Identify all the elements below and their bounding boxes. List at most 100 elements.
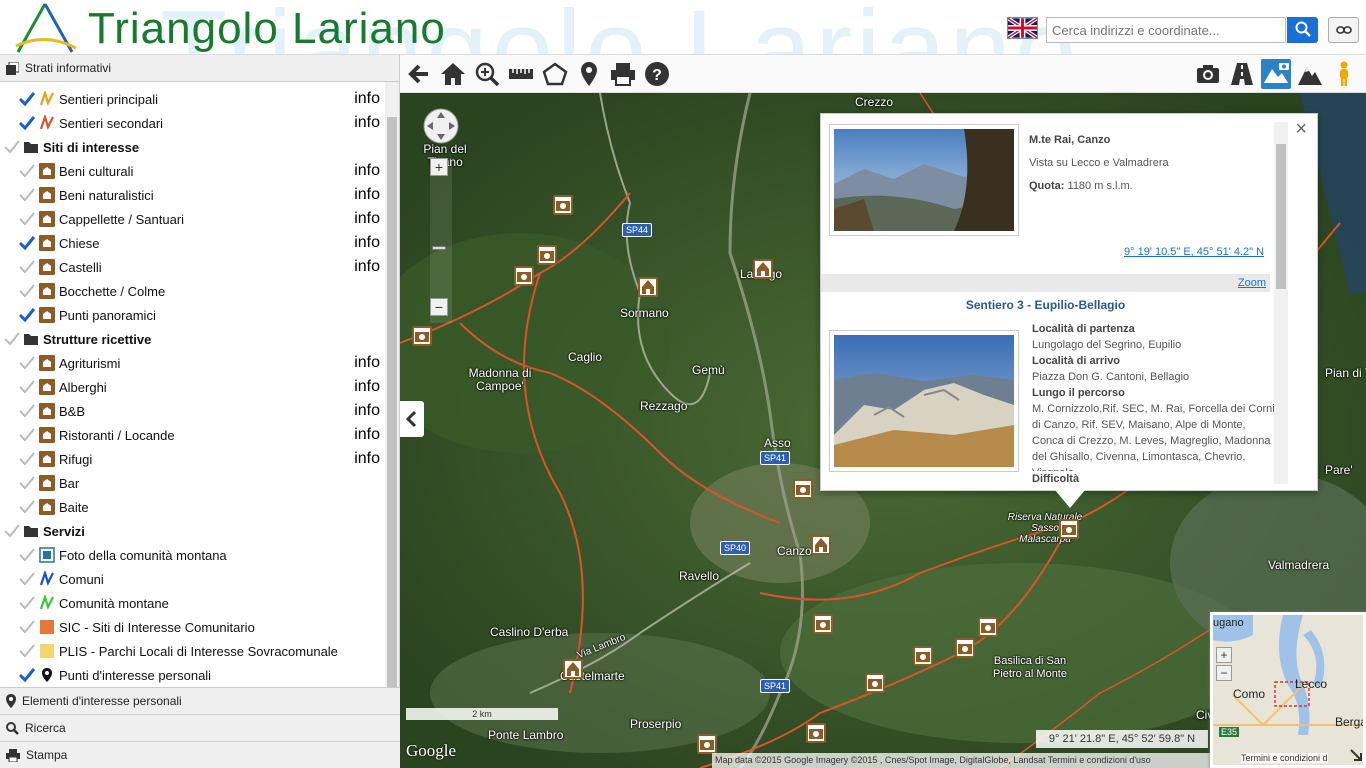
personal-elements-panel[interactable]: Elementi d'interesse personali <box>0 687 400 714</box>
zoom-extent-icon[interactable] <box>474 61 500 87</box>
panorama-photo[interactable] <box>829 124 1019 236</box>
layer-info-link[interactable]: info <box>354 114 380 132</box>
overview-map[interactable]: + − Como Lecco Berga ugano E35 Termini e… <box>1210 612 1366 768</box>
zoom-link[interactable]: Zoom <box>821 274 1270 292</box>
panorama-marker[interactable] <box>955 638 975 658</box>
layer-item[interactable]: Agriturismi info <box>0 351 385 375</box>
layer-info-link[interactable]: info <box>354 402 380 420</box>
panorama-marker[interactable] <box>978 617 998 637</box>
zoom-out-button[interactable]: − <box>430 298 448 316</box>
panorama-marker[interactable] <box>514 266 534 286</box>
layer-item[interactable]: Sentieri secondari info <box>0 111 385 135</box>
link-button[interactable] <box>1328 17 1359 43</box>
search-input[interactable] <box>1046 17 1286 43</box>
layer-info-link[interactable]: info <box>354 162 380 180</box>
search-button[interactable] <box>1287 17 1318 43</box>
layer-item[interactable]: PLIS - Parchi Locali di Interesse Sovrac… <box>0 639 385 663</box>
satellite-map-icon[interactable] <box>1261 59 1291 89</box>
panorama-marker[interactable] <box>697 734 717 754</box>
checkmark-unchecked-icon[interactable] <box>18 282 36 300</box>
popup-scrollbar[interactable] <box>1274 122 1288 484</box>
checkmark-unchecked-icon[interactable] <box>3 330 21 348</box>
layer-item[interactable]: Rifugi info <box>0 447 385 471</box>
church-marker[interactable] <box>638 277 658 297</box>
checkmark-unchecked-icon[interactable] <box>18 426 36 444</box>
checkmark-checked-icon[interactable] <box>18 306 36 324</box>
help-icon[interactable]: ? <box>644 61 670 87</box>
layer-info-link[interactable]: info <box>354 354 380 372</box>
add-point-icon[interactable] <box>576 61 602 87</box>
layer-item[interactable]: Bocchette / Colme <box>0 279 385 303</box>
layer-item[interactable]: Servizi <box>0 519 385 543</box>
church-marker[interactable] <box>811 535 831 555</box>
checkmark-unchecked-icon[interactable] <box>18 642 36 660</box>
layer-info-link[interactable]: info <box>354 378 380 396</box>
home-icon[interactable] <box>440 61 466 87</box>
pan-control-icon[interactable] <box>423 108 459 144</box>
zoom-slider[interactable]: + − <box>430 158 452 323</box>
uk-flag-icon[interactable] <box>1007 17 1038 39</box>
layer-item[interactable]: Baite <box>0 495 385 519</box>
map-attribution[interactable]: Map data ©2015 Google Imagery ©2015 , Cn… <box>712 753 1212 768</box>
panorama-marker[interactable] <box>793 479 813 499</box>
checkmark-unchecked-icon[interactable] <box>18 258 36 276</box>
panorama-marker[interactable] <box>865 673 885 693</box>
layer-item[interactable]: Comunità montane <box>0 591 385 615</box>
layer-info-link[interactable]: info <box>354 450 380 468</box>
layer-info-link[interactable]: info <box>354 186 380 204</box>
checkmark-unchecked-icon[interactable] <box>3 138 21 156</box>
layer-info-link[interactable]: info <box>354 90 380 108</box>
checkmark-unchecked-icon[interactable] <box>18 402 36 420</box>
map-canvas[interactable]: Crezzo Pian del Tivano Sormano Lasnigo C… <box>400 93 1366 768</box>
layer-item[interactable]: Cappellette / Santuari info <box>0 207 385 231</box>
layer-item[interactable]: Sentieri principali info <box>0 87 385 111</box>
layer-item[interactable]: Punti panoramici <box>0 303 385 327</box>
layer-item[interactable]: Strutture ricettive <box>0 327 385 351</box>
checkmark-unchecked-icon[interactable] <box>18 570 36 588</box>
checkmark-unchecked-icon[interactable] <box>18 450 36 468</box>
panorama-marker[interactable] <box>813 614 833 634</box>
photo-layer-icon[interactable] <box>1195 61 1221 87</box>
panorama-marker[interactable] <box>537 245 557 265</box>
layer-item[interactable]: B&B info <box>0 399 385 423</box>
overview-zoom-out-button[interactable]: − <box>1216 665 1232 681</box>
checkmark-checked-icon[interactable] <box>18 234 36 252</box>
checkmark-unchecked-icon[interactable] <box>18 162 36 180</box>
layer-item[interactable]: Foto della comunità montana <box>0 543 385 567</box>
overview-toggle-icon[interactable] <box>1349 748 1363 762</box>
checkmark-unchecked-icon[interactable] <box>18 186 36 204</box>
trail-photo[interactable] <box>829 330 1019 472</box>
popup-scrollbar-thumb[interactable] <box>1276 144 1286 289</box>
layer-info-link[interactable]: info <box>354 426 380 444</box>
google-logo[interactable]: Google <box>406 741 456 761</box>
layer-list-scrollbar[interactable] <box>385 82 399 687</box>
print-icon[interactable] <box>610 61 636 87</box>
layer-item[interactable]: Beni naturalistici info <box>0 183 385 207</box>
checkmark-unchecked-icon[interactable] <box>3 522 21 540</box>
overview-zoom-in-button[interactable]: + <box>1216 647 1232 663</box>
layer-item[interactable]: Beni culturali info <box>0 159 385 183</box>
coordinates-link[interactable]: 9° 19' 10.5" E, 45° 51' 4.2" N <box>1124 246 1264 258</box>
church-marker[interactable] <box>563 659 583 679</box>
checkmark-checked-icon[interactable] <box>18 90 36 108</box>
layer-item[interactable]: Siti di interesse <box>0 135 385 159</box>
checkmark-unchecked-icon[interactable] <box>18 498 36 516</box>
checkmark-checked-icon[interactable] <box>18 666 36 684</box>
back-arrow-icon[interactable] <box>406 61 432 87</box>
site-logo[interactable]: Triangolo Lariano <box>88 4 446 54</box>
polygon-area-icon[interactable] <box>542 61 568 87</box>
checkmark-unchecked-icon[interactable] <box>18 354 36 372</box>
zoom-slider-handle[interactable] <box>432 246 446 250</box>
layer-item[interactable]: Ristoranti / Locande info <box>0 423 385 447</box>
panorama-marker[interactable] <box>412 326 432 346</box>
street-view-pegman-icon[interactable] <box>1331 61 1357 87</box>
layer-item[interactable]: Punti d'interesse personali <box>0 663 385 687</box>
layer-item[interactable]: Comuni <box>0 567 385 591</box>
layer-item[interactable]: SIC - Siti di Interesse Comunitario <box>0 615 385 639</box>
collapse-sidebar-button[interactable] <box>400 401 424 437</box>
checkmark-unchecked-icon[interactable] <box>18 210 36 228</box>
church-marker[interactable] <box>753 259 773 279</box>
zoom-in-button[interactable]: + <box>430 158 448 176</box>
checkmark-unchecked-icon[interactable] <box>18 378 36 396</box>
selected-panorama-marker[interactable] <box>1059 519 1079 539</box>
